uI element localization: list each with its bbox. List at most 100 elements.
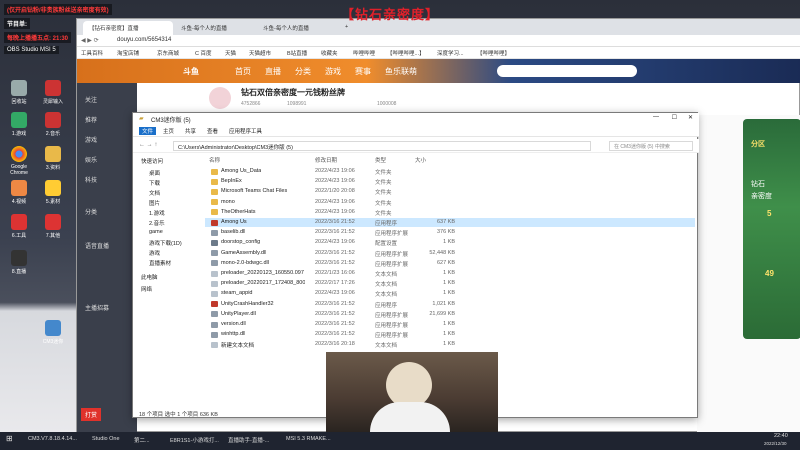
bookmark[interactable]: 天猫 bbox=[225, 49, 236, 57]
file-row[interactable]: Microsoft Teams Chat Files 2022/1/20 20:0… bbox=[205, 187, 695, 196]
nav-item[interactable]: 下载 bbox=[149, 179, 160, 187]
ribbon-tab[interactable]: 应用程序工具 bbox=[229, 127, 262, 135]
taskbar-item[interactable]: 直播助手-直播-... bbox=[228, 436, 269, 444]
desktop-icon[interactable]: 4.视频 bbox=[2, 180, 36, 205]
ribbon-tab[interactable]: 共享 bbox=[185, 127, 196, 135]
start-icon[interactable]: ⊞ bbox=[6, 434, 13, 443]
file-row[interactable]: doorstop_config 2022/4/23 19:06 配置设置 1 KB bbox=[205, 238, 695, 247]
file-row[interactable]: GameAssembly.dll 2022/3/16 21:52 应用程序扩展 52,… bbox=[205, 249, 695, 258]
nav-yule[interactable]: 鱼乐联萌 bbox=[385, 66, 417, 77]
bookmark[interactable]: 【哔哩哔哩...】 bbox=[387, 49, 425, 57]
bookmark[interactable]: B站直播 bbox=[287, 49, 307, 57]
bookmark[interactable]: 天猫超市 bbox=[249, 49, 271, 57]
taskbar-item[interactable]: 第二... bbox=[134, 436, 150, 444]
file-row[interactable]: preloader_20220123_160550.097 2022/1/23 1… bbox=[205, 269, 695, 278]
file-row[interactable]: steam_appid 2022/4/23 19:06 文本文档 1 KB bbox=[205, 289, 695, 298]
bookmark[interactable]: 京东商城 bbox=[157, 49, 179, 57]
bookmark[interactable]: 工具百科 bbox=[81, 49, 103, 57]
desktop-icon[interactable]: 3.资料 bbox=[36, 146, 70, 171]
file-row[interactable]: Among Us 2022/3/16 21:52 应用程序 637 KB bbox=[205, 218, 695, 228]
browser-tab[interactable]: 【钻石亲密度】直播 bbox=[83, 21, 173, 35]
column-header[interactable]: 修改日期 bbox=[315, 156, 337, 164]
bookmark[interactable]: 深度学习... bbox=[437, 49, 464, 57]
nav-arrows-icon[interactable]: ← → ↑ bbox=[139, 142, 157, 148]
douyu-logo[interactable]: 斗鱼 bbox=[183, 66, 199, 77]
desktop-icon[interactable]: 5.素材 bbox=[36, 180, 70, 205]
ribbon-tab[interactable]: 主页 bbox=[163, 127, 174, 135]
clock-date[interactable]: 2022/12/30 bbox=[764, 441, 787, 446]
reward-button[interactable]: 打赏 bbox=[81, 408, 102, 421]
nav-item[interactable]: 直播素材 bbox=[149, 259, 171, 267]
nav-item[interactable]: 游戏 bbox=[149, 249, 160, 257]
nav-live[interactable]: 直播 bbox=[265, 66, 281, 77]
sidebar-item[interactable]: 娱乐 bbox=[85, 155, 97, 164]
nav-item[interactable]: 2.音乐 bbox=[149, 219, 165, 227]
bookmark[interactable]: 淘宝店铺 bbox=[117, 49, 139, 57]
file-row[interactable]: winhttp.dll 2022/3/16 21:52 应用程序扩展 1 KB bbox=[205, 330, 695, 339]
sidebar-item[interactable]: 游戏 bbox=[85, 135, 97, 144]
sidebar-item[interactable]: 关注 bbox=[85, 95, 97, 104]
file-row[interactable]: TheOtherHats 2022/4/23 19:06 文件夹 bbox=[205, 208, 695, 217]
clock-time[interactable]: 22:40 bbox=[774, 433, 788, 439]
avatar[interactable] bbox=[209, 87, 231, 109]
desktop-icon[interactable]: 8.直播 bbox=[2, 250, 36, 275]
ribbon-tab[interactable]: 查看 bbox=[207, 127, 218, 135]
bookmark[interactable]: 收藏夹 bbox=[321, 49, 338, 57]
ribbon-tab-file[interactable]: 文件 bbox=[139, 127, 157, 135]
nav-item[interactable]: 图片 bbox=[149, 199, 160, 207]
promo-panel[interactable]: 分区 钻石 亲密度 5 49 bbox=[743, 119, 800, 339]
file-row[interactable]: UnityCrashHandler32 2022/3/16 21:52 应用程序 1,… bbox=[205, 300, 695, 309]
desktop-icon[interactable]: 6.工具 bbox=[2, 214, 36, 239]
file-row[interactable]: mono-2.0-bdwgc.dll 2022/3/16 21:52 应用程序扩展 6… bbox=[205, 259, 695, 268]
nav-match[interactable]: 赛事 bbox=[355, 66, 371, 77]
close-icon[interactable]: ✕ bbox=[688, 114, 693, 121]
column-header[interactable]: 名称 bbox=[209, 156, 220, 164]
desktop-icon[interactable]: Google Chrome bbox=[2, 146, 36, 176]
bookmark[interactable]: 【哔哩哔哩】 bbox=[477, 49, 510, 57]
sidebar-item[interactable]: 科技 bbox=[85, 175, 97, 184]
nav-home[interactable]: 首页 bbox=[235, 66, 251, 77]
back-icon[interactable]: ◀ ▶ ⟳ bbox=[81, 37, 99, 44]
desktop-icon[interactable]: 回收站 bbox=[2, 80, 36, 105]
maximize-icon[interactable]: ☐ bbox=[672, 114, 677, 121]
taskbar-item[interactable]: Studio One bbox=[92, 436, 120, 442]
sidebar-item[interactable]: 分类 bbox=[85, 207, 97, 216]
sidebar-item[interactable]: 语音直播 bbox=[85, 241, 109, 250]
search-input[interactable] bbox=[497, 65, 637, 77]
column-header[interactable]: 大小 bbox=[415, 156, 426, 164]
file-row[interactable]: UnityPlayer.dll 2022/3/16 21:52 应用程序扩展 21,6… bbox=[205, 310, 695, 319]
file-row[interactable]: baselib.dll 2022/3/16 21:52 应用程序扩展 376 KB bbox=[205, 228, 695, 237]
bookmark[interactable]: C 百度 bbox=[195, 49, 212, 57]
file-row[interactable]: version.dll 2022/3/16 21:52 应用程序扩展 1 KB bbox=[205, 320, 695, 329]
nav-item[interactable]: 网络 bbox=[141, 285, 152, 293]
desktop-icon[interactable]: 7.其他 bbox=[36, 214, 70, 239]
file-row[interactable]: preloader_20220217_172408_800 2022/2/17 1… bbox=[205, 279, 695, 288]
taskbar-item[interactable]: CM3.V7.8.18.4.14... bbox=[28, 436, 77, 442]
search-box[interactable]: 在 CM3迷你版 (5) 中搜索 bbox=[609, 141, 693, 151]
column-header[interactable]: 类型 bbox=[375, 156, 386, 164]
nav-item[interactable]: 此电脑 bbox=[141, 273, 158, 281]
nav-game[interactable]: 游戏 bbox=[325, 66, 341, 77]
nav-item[interactable]: 1.游戏 bbox=[149, 209, 165, 217]
file-row[interactable]: BepInEx 2022/4/23 19:06 文件夹 bbox=[205, 177, 695, 186]
file-row[interactable]: mono 2022/4/23 19:06 文件夹 bbox=[205, 198, 695, 207]
url-field[interactable]: douyu.com/5654314 bbox=[117, 37, 171, 43]
desktop-icon[interactable]: 2.音乐 bbox=[36, 112, 70, 137]
sidebar-item[interactable]: 推荐 bbox=[85, 115, 97, 124]
nav-item[interactable]: 文档 bbox=[149, 189, 160, 197]
sidebar-item[interactable]: 主播招募 bbox=[85, 303, 109, 312]
nav-item[interactable]: 桌面 bbox=[149, 169, 160, 177]
nav-item[interactable]: game bbox=[149, 229, 163, 235]
file-row[interactable]: 新建文本文档 2022/3/16 20:18 文本文档 1 KB bbox=[205, 340, 695, 349]
minimize-icon[interactable]: — bbox=[653, 114, 659, 120]
nav-item[interactable]: 游戏下载(1D) bbox=[149, 239, 182, 247]
desktop-icon[interactable]: CM3迷你 bbox=[36, 320, 70, 345]
bookmark[interactable]: 哔哩哔哩 bbox=[353, 49, 375, 57]
nav-item[interactable]: 快速访问 bbox=[141, 157, 163, 165]
path-box[interactable]: C:\Users\Administrator\Desktop\CM3迷你版 (5… bbox=[173, 141, 591, 151]
taskbar-item[interactable]: MSI 5.3 RMAKE... bbox=[286, 436, 331, 442]
nav-category[interactable]: 分类 bbox=[295, 66, 311, 77]
browser-tab[interactable]: 斗鱼-每个人的直播 bbox=[175, 21, 255, 35]
taskbar-item[interactable]: E8R1S1-小游戏打... bbox=[170, 436, 219, 444]
desktop-icon[interactable]: 灵犀输入 bbox=[36, 80, 70, 105]
